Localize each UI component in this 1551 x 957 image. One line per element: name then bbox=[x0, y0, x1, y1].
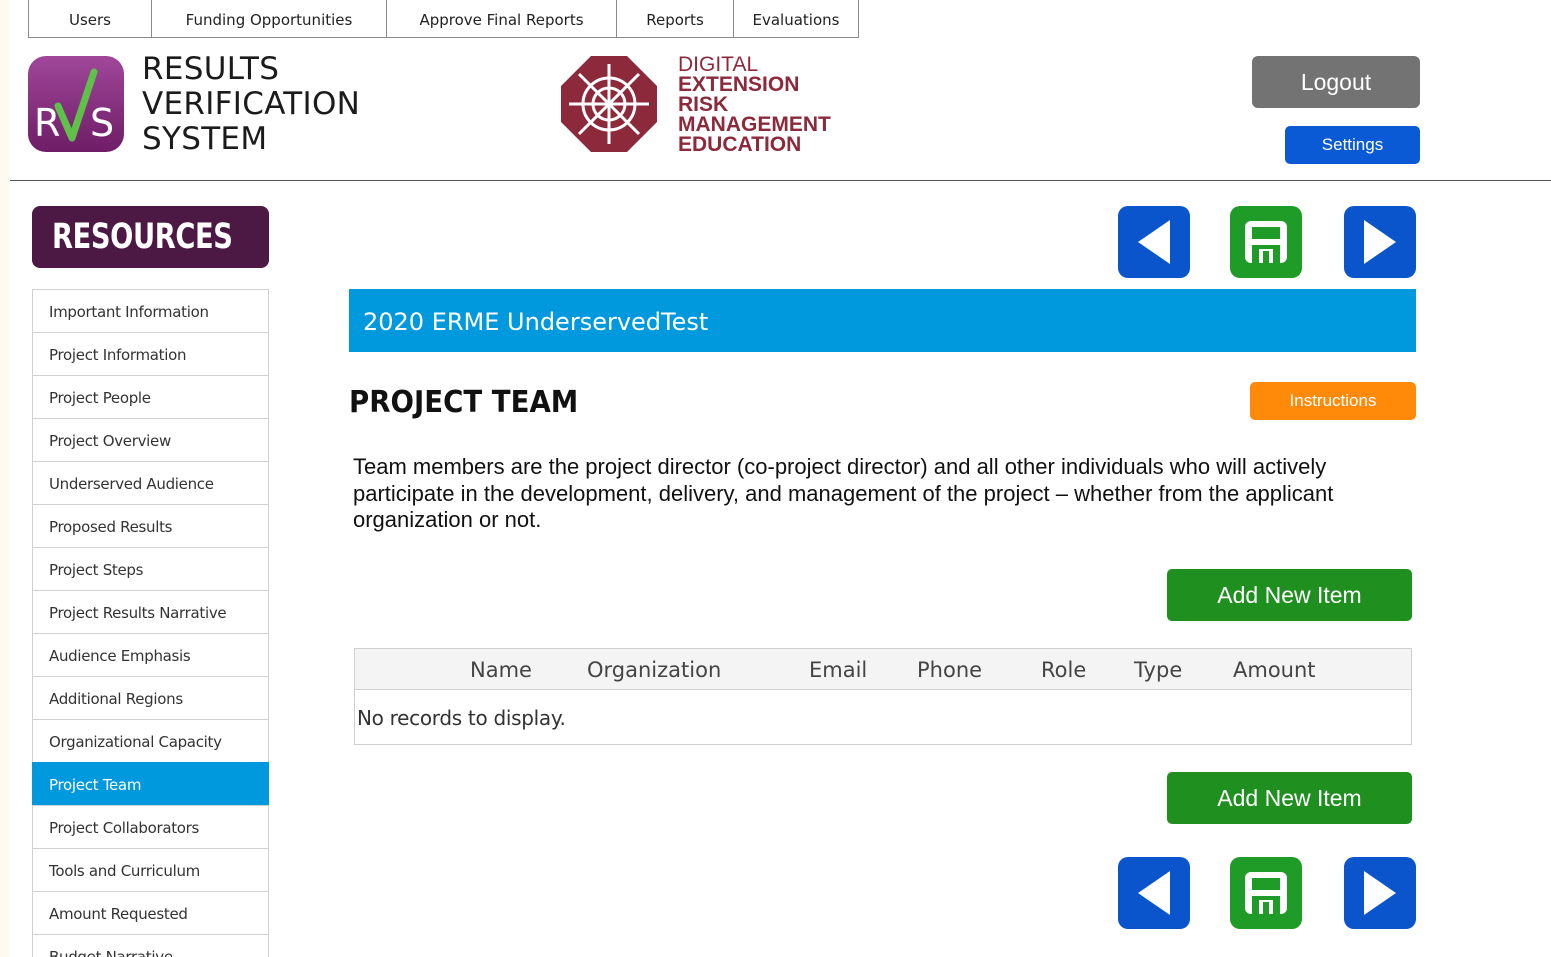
sidebar-item-project-information[interactable]: Project Information bbox=[32, 332, 269, 375]
sidebar-item-project-overview[interactable]: Project Overview bbox=[32, 418, 269, 461]
settings-button[interactable]: Settings bbox=[1285, 126, 1420, 164]
derme-wordmark: DIGITAL EXTENSION RISK MANAGEMENT EDUCAT… bbox=[678, 53, 831, 156]
sidebar-item-audience-emphasis[interactable]: Audience Emphasis bbox=[32, 633, 269, 676]
save-button[interactable] bbox=[1230, 206, 1302, 278]
triangle-left-icon bbox=[1138, 871, 1170, 915]
nav-evaluations[interactable]: Evaluations bbox=[734, 0, 858, 37]
derme-line-1: DIGITAL bbox=[678, 53, 759, 76]
triangle-right-icon bbox=[1364, 871, 1396, 915]
sidebar-item-additional-regions[interactable]: Additional Regions bbox=[32, 676, 269, 719]
previous-button-bottom[interactable] bbox=[1118, 857, 1190, 929]
sidebar-item-organizational-capacity[interactable]: Organizational Capacity bbox=[32, 719, 269, 762]
resources-label: RESOURCES bbox=[52, 217, 233, 257]
instructions-button[interactable]: Instructions bbox=[1250, 382, 1416, 420]
sidebar-item-project-team[interactable]: Project Team bbox=[32, 762, 269, 805]
logout-button[interactable]: Logout bbox=[1252, 56, 1420, 108]
sidebar-item-budget-narrative[interactable]: Budget Narrative bbox=[32, 934, 269, 957]
nav-approve-final-reports[interactable]: Approve Final Reports bbox=[387, 0, 617, 37]
next-button-bottom[interactable] bbox=[1344, 857, 1416, 929]
add-new-item-button-top[interactable]: Add New Item bbox=[1167, 569, 1412, 621]
sidebar-item-project-collaborators[interactable]: Project Collaborators bbox=[32, 805, 269, 848]
column-header-role[interactable]: Role bbox=[1041, 658, 1086, 682]
rvs-line-1: RESULTS bbox=[142, 51, 280, 87]
project-team-grid: Name Organization Email Phone Role Type … bbox=[354, 648, 1412, 745]
rvs-line-3: SYSTEM bbox=[142, 121, 268, 157]
column-header-phone[interactable]: Phone bbox=[917, 658, 982, 682]
grid-empty-message: No records to display. bbox=[357, 706, 566, 730]
column-header-amount[interactable]: Amount bbox=[1233, 658, 1316, 682]
rvs-logo-icon: R S bbox=[28, 56, 124, 152]
header-divider bbox=[10, 180, 1551, 181]
previous-button[interactable] bbox=[1118, 206, 1190, 278]
next-button[interactable] bbox=[1344, 206, 1416, 278]
triangle-left-icon bbox=[1138, 220, 1170, 264]
floppy-disk-icon bbox=[1245, 872, 1287, 914]
sidebar-item-project-results-narrative[interactable]: Project Results Narrative bbox=[32, 590, 269, 633]
derme-line-5: EDUCATION bbox=[678, 133, 802, 156]
column-header-email[interactable]: Email bbox=[809, 658, 867, 682]
svg-text:S: S bbox=[90, 101, 114, 145]
page: Users Funding Opportunities Approve Fina… bbox=[10, 0, 1551, 957]
column-header-organization[interactable]: Organization bbox=[587, 658, 721, 682]
page-title: PROJECT TEAM bbox=[349, 385, 579, 420]
sidebar-nav: Important Information Project Informatio… bbox=[32, 289, 269, 957]
sidebar-item-important-information[interactable]: Important Information bbox=[32, 289, 269, 332]
triangle-right-icon bbox=[1364, 220, 1396, 264]
nav-users[interactable]: Users bbox=[29, 0, 152, 37]
sidebar-item-proposed-results[interactable]: Proposed Results bbox=[32, 504, 269, 547]
sidebar-item-tools-and-curriculum[interactable]: Tools and Curriculum bbox=[32, 848, 269, 891]
column-header-name[interactable]: Name bbox=[470, 658, 532, 682]
sidebar-item-project-people[interactable]: Project People bbox=[32, 375, 269, 418]
column-header-type[interactable]: Type bbox=[1134, 658, 1182, 682]
compass-logo-icon bbox=[561, 56, 657, 152]
section-description: Team members are the project director (c… bbox=[353, 454, 1334, 532]
derme-line-4: MANAGEMENT bbox=[678, 113, 831, 136]
rvs-line-2: VERIFICATION bbox=[142, 86, 361, 122]
save-button-bottom[interactable] bbox=[1230, 857, 1302, 929]
nav-funding-opportunities[interactable]: Funding Opportunities bbox=[152, 0, 387, 37]
derme-line-3: RISK bbox=[678, 93, 729, 116]
resources-button[interactable]: RESOURCES bbox=[32, 206, 269, 268]
sidebar-item-amount-requested[interactable]: Amount Requested bbox=[32, 891, 269, 934]
nav-reports[interactable]: Reports bbox=[617, 0, 734, 37]
sidebar-item-project-steps[interactable]: Project Steps bbox=[32, 547, 269, 590]
floppy-disk-icon bbox=[1245, 221, 1287, 263]
project-name-banner: 2020 ERME UnderservedTest bbox=[349, 289, 1416, 352]
top-nav: Users Funding Opportunities Approve Fina… bbox=[28, 0, 859, 38]
derme-line-2: EXTENSION bbox=[678, 73, 800, 96]
sidebar-item-underserved-audience[interactable]: Underserved Audience bbox=[32, 461, 269, 504]
rvs-wordmark: RESULTS VERIFICATION SYSTEM bbox=[142, 52, 360, 157]
add-new-item-button-bottom[interactable]: Add New Item bbox=[1167, 772, 1412, 824]
grid-header: Name Organization Email Phone Role Type … bbox=[355, 649, 1411, 690]
